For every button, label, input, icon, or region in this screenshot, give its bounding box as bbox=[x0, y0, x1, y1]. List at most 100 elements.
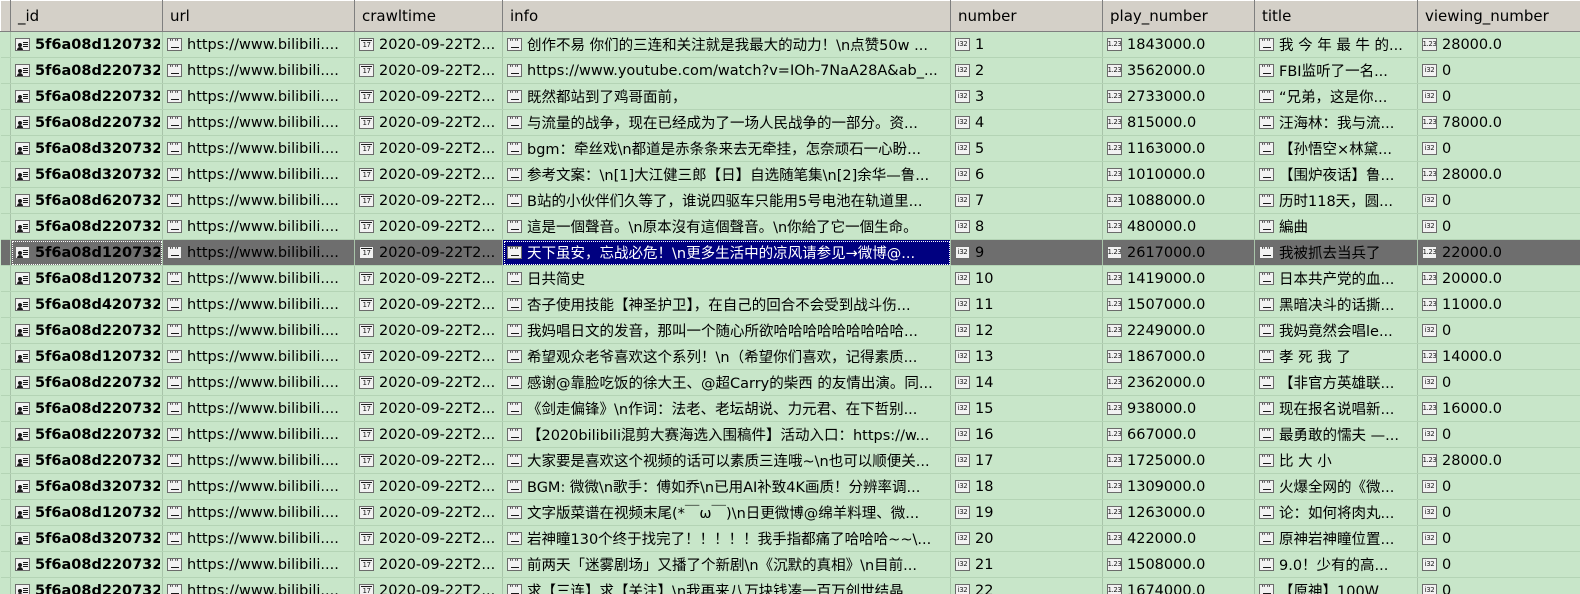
cell-title[interactable]: "" 【围炉夜话】鲁... bbox=[1254, 161, 1418, 188]
cell-viewing_number[interactable]: 1.23 28000.0 bbox=[1417, 161, 1580, 188]
row-selector-cell[interactable] bbox=[0, 109, 11, 136]
cell-_id[interactable]: 5f6a08d120732... bbox=[10, 239, 163, 266]
row-selector-cell[interactable] bbox=[0, 161, 11, 188]
cell-number[interactable]: i32 3 bbox=[950, 83, 1103, 110]
cell-number[interactable]: i32 16 bbox=[950, 421, 1103, 448]
table-row[interactable]: 5f6a08d120732... "" https://www.bilibili..… bbox=[0, 499, 1580, 526]
cell-play_number[interactable]: 1.23 1508000.0 bbox=[1102, 551, 1255, 578]
cell-_id[interactable]: 5f6a08d220732... bbox=[10, 577, 163, 594]
cell-viewing_number[interactable]: i32 0 bbox=[1417, 551, 1580, 578]
cell-viewing_number[interactable]: 1.23 11000.0 bbox=[1417, 291, 1580, 318]
cell-_id[interactable]: 5f6a08d220732... bbox=[10, 213, 163, 240]
cell-viewing_number[interactable]: i32 0 bbox=[1417, 135, 1580, 162]
row-selector-cell[interactable] bbox=[0, 525, 11, 552]
row-selector-cell[interactable] bbox=[0, 187, 11, 214]
cell-title[interactable]: "" 我 今 年 最 牛 的... bbox=[1254, 31, 1418, 58]
row-selector-cell[interactable] bbox=[0, 135, 11, 162]
cell-number[interactable]: i32 17 bbox=[950, 447, 1103, 474]
cell-crawltime[interactable]: 17 2020-09-22T2... bbox=[354, 291, 503, 318]
row-header-corner[interactable] bbox=[0, 0, 11, 32]
cell-number[interactable]: i32 10 bbox=[950, 265, 1103, 292]
cell-_id[interactable]: 5f6a08d320732... bbox=[10, 135, 163, 162]
cell-url[interactable]: "" https://www.bilibili.... bbox=[162, 187, 355, 214]
row-selector-cell[interactable] bbox=[0, 421, 11, 448]
cell-number[interactable]: i32 2 bbox=[950, 57, 1103, 84]
cell-title[interactable]: "" 【非官方英雄联... bbox=[1254, 369, 1418, 396]
cell-number[interactable]: i32 4 bbox=[950, 109, 1103, 136]
cell-info[interactable]: "" 這是一個聲音。\n原本沒有這個聲音。\n你給了它一個生命。 bbox=[502, 213, 951, 240]
cell-viewing_number[interactable]: 1.23 78000.0 bbox=[1417, 109, 1580, 136]
cell-title[interactable]: "" 汪海林：我与流... bbox=[1254, 109, 1418, 136]
cell-info[interactable]: "" 【2020bilibili混剪大赛海选入围稿件】活动入口：https://w… bbox=[502, 421, 951, 448]
row-selector-cell[interactable] bbox=[0, 57, 11, 84]
cell-title[interactable]: "" 火爆全网的《微... bbox=[1254, 473, 1418, 500]
table-row[interactable]: 5f6a08d220732... "" https://www.bilibili..… bbox=[0, 577, 1580, 594]
cell-_id[interactable]: 5f6a08d120732... bbox=[10, 31, 163, 58]
column-header-crawltime[interactable]: crawltime bbox=[354, 0, 503, 32]
table-row[interactable]: 5f6a08d220732... "" https://www.bilibili..… bbox=[0, 369, 1580, 396]
cell-number[interactable]: i32 12 bbox=[950, 317, 1103, 344]
cell-crawltime[interactable]: 17 2020-09-22T2... bbox=[354, 187, 503, 214]
cell-_id[interactable]: 5f6a08d320732... bbox=[10, 473, 163, 500]
cell-info[interactable]: "" 既然都站到了鸡哥面前， bbox=[502, 83, 951, 110]
cell-crawltime[interactable]: 17 2020-09-22T2... bbox=[354, 499, 503, 526]
cell-crawltime[interactable]: 17 2020-09-22T2... bbox=[354, 161, 503, 188]
cell-_id[interactable]: 5f6a08d120732... bbox=[10, 343, 163, 370]
cell-_id[interactable]: 5f6a08d320732... bbox=[10, 525, 163, 552]
column-header-_id[interactable]: _id bbox=[10, 0, 163, 32]
cell-url[interactable]: "" https://www.bilibili.... bbox=[162, 447, 355, 474]
cell-info[interactable]: "" 感谢@靠脸吃饭的徐大王、@超Carry的柴西 的友情出演。同... bbox=[502, 369, 951, 396]
cell-info[interactable]: "" BGM: 微微\n歌手：傅如乔\n已用AI补致4K画质！分辨率调... bbox=[502, 473, 951, 500]
cell-info[interactable]: "" 大家要是喜欢这个视频的话可以素质三连哦~\n也可以顺便关... bbox=[502, 447, 951, 474]
cell-_id[interactable]: 5f6a08d620732... bbox=[10, 187, 163, 214]
cell-play_number[interactable]: 1.23 2362000.0 bbox=[1102, 369, 1255, 396]
cell-url[interactable]: "" https://www.bilibili.... bbox=[162, 265, 355, 292]
cell-url[interactable]: "" https://www.bilibili.... bbox=[162, 473, 355, 500]
database-table-grid[interactable]: _id url crawltime info number play_numbe… bbox=[0, 0, 1580, 594]
cell-play_number[interactable]: 1.23 3562000.0 bbox=[1102, 57, 1255, 84]
cell-viewing_number[interactable]: i32 0 bbox=[1417, 317, 1580, 344]
cell-viewing_number[interactable]: i32 0 bbox=[1417, 369, 1580, 396]
cell-play_number[interactable]: 1.23 1674000.0 bbox=[1102, 577, 1255, 594]
cell-info[interactable]: "" https://www.youtube.com/watch?v=IOh-7N… bbox=[502, 57, 951, 84]
row-selector-cell[interactable] bbox=[0, 239, 11, 266]
cell-_id[interactable]: 5f6a08d220732... bbox=[10, 395, 163, 422]
cell-play_number[interactable]: 1.23 1843000.0 bbox=[1102, 31, 1255, 58]
row-selector-cell[interactable] bbox=[0, 473, 11, 500]
cell-title[interactable]: "" 论：如何将肉丸... bbox=[1254, 499, 1418, 526]
table-row[interactable]: 5f6a08d220732... "" https://www.bilibili..… bbox=[0, 109, 1580, 136]
table-row[interactable]: 5f6a08d220732... "" https://www.bilibili..… bbox=[0, 317, 1580, 344]
cell-number[interactable]: i32 11 bbox=[950, 291, 1103, 318]
cell-url[interactable]: "" https://www.bilibili.... bbox=[162, 395, 355, 422]
row-selector-cell[interactable] bbox=[0, 369, 11, 396]
cell-_id[interactable]: 5f6a08d220732... bbox=[10, 447, 163, 474]
cell-play_number[interactable]: 1.23 2733000.0 bbox=[1102, 83, 1255, 110]
cell-url[interactable]: "" https://www.bilibili.... bbox=[162, 83, 355, 110]
cell-play_number[interactable]: 1.23 667000.0 bbox=[1102, 421, 1255, 448]
cell-number[interactable]: i32 5 bbox=[950, 135, 1103, 162]
cell-play_number[interactable]: 1.23 1263000.0 bbox=[1102, 499, 1255, 526]
cell-_id[interactable]: 5f6a08d120732... bbox=[10, 265, 163, 292]
cell-play_number[interactable]: 1.23 938000.0 bbox=[1102, 395, 1255, 422]
cell-url[interactable]: "" https://www.bilibili.... bbox=[162, 499, 355, 526]
cell-crawltime[interactable]: 17 2020-09-22T2... bbox=[354, 525, 503, 552]
cell-url[interactable]: "" https://www.bilibili.... bbox=[162, 161, 355, 188]
cell-url[interactable]: "" https://www.bilibili.... bbox=[162, 525, 355, 552]
cell-title[interactable]: "" “兄弟，这是你... bbox=[1254, 83, 1418, 110]
table-row[interactable]: 5f6a08d220732... "" https://www.bilibili..… bbox=[0, 213, 1580, 240]
cell-viewing_number[interactable]: i32 0 bbox=[1417, 421, 1580, 448]
row-selector-cell[interactable] bbox=[0, 499, 11, 526]
cell-title[interactable]: "" 最勇敢的懦夫 —... bbox=[1254, 421, 1418, 448]
table-row[interactable]: 5f6a08d320732... "" https://www.bilibili..… bbox=[0, 525, 1580, 552]
cell-url[interactable]: "" https://www.bilibili.... bbox=[162, 421, 355, 448]
cell-crawltime[interactable]: 17 2020-09-22T2... bbox=[354, 343, 503, 370]
cell-_id[interactable]: 5f6a08d320732... bbox=[10, 161, 163, 188]
cell-crawltime[interactable]: 17 2020-09-22T2... bbox=[354, 551, 503, 578]
cell-viewing_number[interactable]: i32 0 bbox=[1417, 57, 1580, 84]
cell-crawltime[interactable]: 17 2020-09-22T2... bbox=[354, 369, 503, 396]
cell-url[interactable]: "" https://www.bilibili.... bbox=[162, 135, 355, 162]
table-row[interactable]: 5f6a08d120732... "" https://www.bilibili..… bbox=[0, 239, 1580, 266]
table-row[interactable]: 5f6a08d120732... "" https://www.bilibili..… bbox=[0, 31, 1580, 58]
cell-_id[interactable]: 5f6a08d220732... bbox=[10, 317, 163, 344]
cell-_id[interactable]: 5f6a08d420732... bbox=[10, 291, 163, 318]
